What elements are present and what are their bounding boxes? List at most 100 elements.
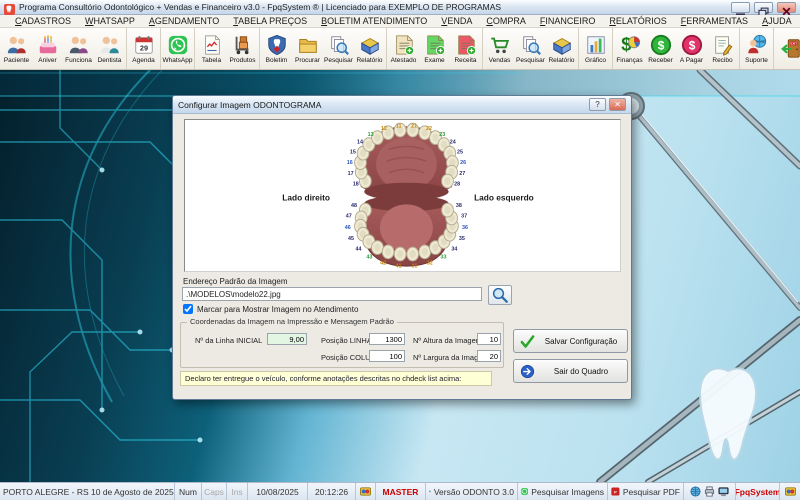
dialog-help-button[interactable]: ? [589, 98, 606, 111]
image-address-input[interactable] [182, 287, 482, 301]
toolbar-button-dentista[interactable]: Dentista [94, 28, 125, 69]
note-green-icon [424, 34, 446, 56]
svg-text:31: 31 [411, 264, 417, 270]
menu-item-relatórios[interactable]: RELATÓRIOS [602, 16, 673, 26]
toolbar-button-label: Produtos [229, 57, 255, 64]
toolbar-button-pesquisar[interactable]: Pesquisar [323, 28, 354, 69]
search-docs-icon [520, 34, 542, 56]
toolbar-button-funciona[interactable]: Funciona [63, 28, 94, 69]
support-icon [746, 34, 768, 56]
initial-line-label: Nº da Linha INICIAL [195, 336, 262, 345]
title-bar: Programa Consultório Odontológico + Vend… [0, 0, 800, 15]
svg-text:$: $ [657, 38, 664, 52]
position-column-input[interactable] [369, 350, 405, 362]
toolbar-button-receita[interactable]: Receita [450, 28, 481, 69]
toolbar-button-recibo[interactable]: Recibo [707, 28, 738, 69]
position-line-input[interactable] [369, 333, 405, 345]
monitor-icon [429, 486, 431, 497]
exit-dialog-button[interactable]: Sair do Quadro [513, 359, 628, 383]
menu-item-tabela-preços[interactable]: TABELA PREÇOS [226, 16, 314, 26]
svg-text:37: 37 [461, 214, 467, 220]
show-image-checkbox-row[interactable]: Marcar para Mostrar Imagem no Atendiment… [183, 304, 358, 314]
finance-icon: $ [619, 34, 641, 56]
toolbar-button-pesquisar[interactable]: Pesquisar [515, 28, 546, 69]
toolbar-group: EXIT [774, 28, 800, 69]
toolbar-button-label: Tabela [202, 57, 221, 64]
image-height-input[interactable] [477, 333, 501, 345]
toolbar-button-sair[interactable]: EXIT [775, 28, 800, 69]
minimize-button[interactable] [731, 2, 750, 13]
svg-text:36: 36 [462, 225, 468, 231]
toolbar-button-a-pagar[interactable]: $A Pagar [676, 28, 707, 69]
toolbar-group: VendasPesquisarRelatório [483, 28, 579, 69]
toolbar-button-relatório[interactable]: Relatório [354, 28, 385, 69]
label-left-side: Lado esquerdo [474, 192, 534, 202]
svg-text:17: 17 [348, 171, 354, 177]
dialog-close-button[interactable]: ✕ [609, 98, 626, 111]
initial-line-input[interactable] [267, 333, 307, 345]
search-docs-icon [328, 34, 350, 56]
toolbar-button-vendas[interactable]: Vendas [484, 28, 515, 69]
toolbar-button-label: Gráfico [585, 57, 606, 64]
menu-item-financeiro[interactable]: FINANCEIRO [533, 16, 603, 26]
receipt-icon [712, 34, 734, 56]
save-configuration-button[interactable]: Salvar Configuração [513, 329, 628, 353]
toolbar-button-label: Relatório [356, 57, 382, 64]
search-pdf-button[interactable]: P Pesquisar PDF [608, 483, 684, 500]
toolbar-button-procurar[interactable]: Procurar [292, 28, 323, 69]
toolbar-button-exame[interactable]: Exame [419, 28, 450, 69]
menu-item-boletim-atendimento[interactable]: BOLETIM ATENDIMENTO [314, 16, 434, 26]
bar-chart-icon [585, 34, 607, 56]
toolbar-button-paciente[interactable]: Paciente [1, 28, 32, 69]
menu-item-cadastros[interactable]: CADASTROS [8, 16, 78, 26]
pdf-icon: P [611, 486, 620, 497]
whatsapp-icon [167, 34, 189, 56]
note-beige-icon [393, 34, 415, 56]
menu-item-ajuda[interactable]: AJUDA [755, 16, 799, 26]
check-icon [520, 334, 535, 349]
coin-red-icon: $ [681, 34, 703, 56]
status-caps-lock: Caps [202, 483, 227, 500]
menu-item-agendamento[interactable]: AGENDAMENTO [142, 16, 226, 26]
toolbar-button-finanças[interactable]: $Finanças [614, 28, 645, 69]
coin-green-icon: $ [650, 34, 672, 56]
window-title: Programa Consultório Odontológico + Vend… [19, 2, 727, 12]
menu-item-ferramentas[interactable]: FERRAMENTAS [674, 16, 755, 26]
toolbar-button-suporte[interactable]: Suporte [741, 28, 772, 69]
toolbar-button-label: Dentista [98, 57, 122, 64]
restore-button[interactable] [754, 2, 773, 13]
default-message-field[interactable]: Declaro ter entregue o veículo, conforme… [180, 371, 492, 386]
toolbar-button-tabela[interactable]: Tabela [196, 28, 227, 69]
menu-item-whatsapp[interactable]: WHATSAPP [78, 16, 142, 26]
menu-item-venda[interactable]: VENDA [434, 16, 479, 26]
show-image-checkbox[interactable] [183, 304, 193, 314]
menu-item-compra[interactable]: COMPRA [479, 16, 533, 26]
toolbar-button-relatório[interactable]: Relatório [546, 28, 577, 69]
svg-text:23: 23 [439, 132, 445, 138]
svg-text:22: 22 [426, 126, 432, 132]
birthday-cake-icon [37, 34, 59, 56]
browse-image-button[interactable] [488, 285, 512, 305]
toolbar-button-agenda[interactable]: 29Agenda [128, 28, 159, 69]
toolbar-group: 29Agenda [127, 28, 161, 69]
toolbar-group: AtestadoExameReceita [387, 28, 483, 69]
toolbar-button-whatsapp[interactable]: WhatsApp [162, 28, 193, 69]
svg-text:32: 32 [427, 261, 433, 267]
image-width-input[interactable] [477, 350, 501, 362]
status-date: 10/08/2025 [248, 483, 308, 500]
toolbar-button-gráfico[interactable]: Gráfico [580, 28, 611, 69]
close-button[interactable] [777, 2, 796, 13]
whatsapp-icon [521, 486, 528, 497]
toolbar-button-atestado[interactable]: Atestado [388, 28, 419, 69]
toolbar-button-produtos[interactable]: Produtos [227, 28, 258, 69]
status-quick-icons[interactable] [684, 483, 736, 500]
toolbar-button-aniver[interactable]: Aniver [32, 28, 63, 69]
toolbar-button-receber[interactable]: $ Receber [645, 28, 676, 69]
search-images-button[interactable]: Pesquisar Imagens [518, 483, 608, 500]
toolbar-button-boletim[interactable]: Boletim [261, 28, 292, 69]
toolbar-button-label: Receber [648, 57, 673, 64]
odontogram-diagram: 1817161514131211212223242526272848474645… [185, 120, 620, 271]
tooth-shield-icon [266, 34, 288, 56]
svg-text:24: 24 [450, 140, 456, 146]
dialog-title-bar[interactable]: Configurar Imagem ODONTOGRAMA ? ✕ [173, 96, 631, 114]
